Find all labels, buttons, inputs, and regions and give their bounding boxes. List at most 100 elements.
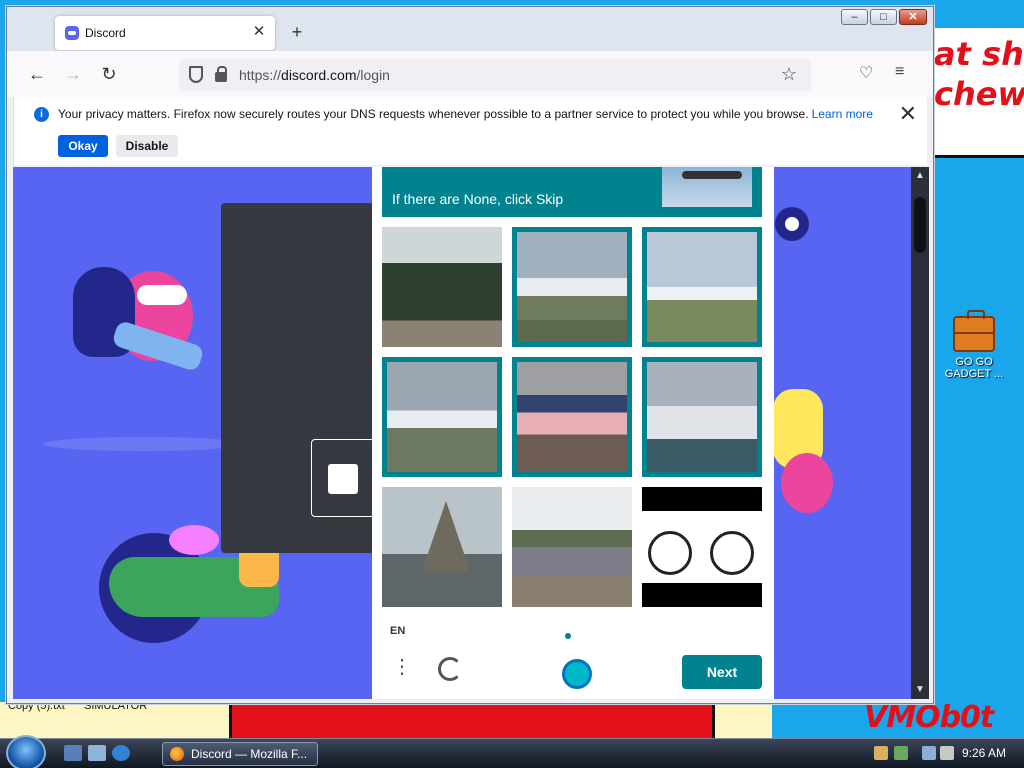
refresh-icon[interactable] (438, 657, 462, 681)
illustration-floor (43, 437, 243, 451)
wallpaper-yellow-right (712, 702, 772, 742)
captcha-grid (382, 227, 762, 607)
train-image (382, 227, 502, 347)
close-icon: ✕ (908, 11, 918, 23)
firefox-window: Discord ✕ + – □ ✕ ← → ↻ https://discord.… (6, 6, 934, 704)
tray-shield-icon[interactable] (894, 746, 908, 760)
menu-icon[interactable]: ≡ (895, 63, 904, 81)
firefox-icon (170, 747, 184, 761)
captcha-tile-7[interactable] (382, 487, 502, 607)
switch-windows-icon[interactable] (88, 745, 106, 761)
notification-text: Your privacy matters. Firefox now secure… (58, 107, 809, 121)
window-controls: – □ ✕ (841, 9, 927, 25)
new-tab-button[interactable]: + (285, 21, 309, 45)
captcha-sample-image (662, 167, 752, 207)
taskbar-firefox-label: Discord — Mozilla F... (191, 747, 308, 761)
learn-more-link[interactable]: Learn more (812, 107, 873, 121)
taskbar: Discord — Mozilla F... 9:26 AM (0, 735, 1024, 768)
info-icon: i (34, 107, 49, 122)
discord-favicon-icon (65, 26, 79, 40)
url-text[interactable]: https://discord.com/login (239, 67, 390, 83)
start-button[interactable] (6, 735, 46, 768)
bookmark-star-icon[interactable]: ☆ (781, 64, 797, 85)
back-button[interactable]: ← (25, 63, 49, 87)
dns-notification-bar: i Your privacy matters. Firefox now secu… (13, 97, 927, 165)
notification-message: Your privacy matters. Firefox now secure… (58, 107, 873, 121)
captcha-tile-5[interactable] (512, 357, 632, 477)
more-options-icon[interactable]: ⋮ (392, 657, 412, 677)
close-notification-icon[interactable]: ✕ (899, 103, 917, 125)
captcha-tile-6[interactable] (642, 357, 762, 477)
disable-button[interactable]: Disable (116, 135, 178, 157)
pocket-icon[interactable]: ♡ (859, 63, 873, 83)
briefcase-icon (953, 310, 995, 352)
tab-title: Discord (85, 26, 126, 40)
illustration-right (773, 389, 833, 519)
captcha-tile-3[interactable] (642, 227, 762, 347)
captcha-tile-1[interactable] (382, 227, 502, 347)
language-selector[interactable]: EN (390, 625, 405, 637)
forward-button[interactable]: → (61, 63, 85, 87)
airplane-image (517, 232, 627, 342)
bicycle-image (642, 487, 762, 607)
captcha-tile-8[interactable] (512, 487, 632, 607)
desktop-icon-label: GO GO GADGET ... (944, 356, 1004, 380)
qr-code-box (311, 439, 375, 517)
tab-strip: Discord ✕ + – □ ✕ (7, 7, 933, 51)
show-desktop-icon[interactable] (64, 745, 82, 761)
minimize-button[interactable]: – (841, 9, 868, 25)
maximize-icon: □ (880, 11, 887, 23)
scroll-up-icon[interactable]: ▲ (911, 167, 929, 185)
page-indicator-dot (565, 633, 571, 639)
next-button[interactable]: Next (682, 655, 762, 689)
desktop-icon-gadget[interactable]: GO GO GADGET ... (944, 310, 1004, 380)
airplane-image (647, 232, 757, 342)
train-image (512, 487, 632, 607)
captcha-challenge: If there are None, click Skip EN ⋮ Next (372, 167, 774, 699)
wallpaper-bottom-text: VMOb0t (864, 700, 994, 735)
chat-bubble-icon (137, 285, 187, 305)
bike-wheel (648, 531, 692, 575)
wallpaper-top-text: at shit chew (934, 35, 1024, 113)
url-bar[interactable]: https://discord.com/login ☆ (179, 59, 811, 91)
airplane-image (517, 362, 627, 472)
scroll-thumb[interactable] (914, 197, 926, 253)
bike-wheel (710, 531, 754, 575)
nav-toolbar: ← → ↻ https://discord.com/login ☆ ♡ ≡ (7, 51, 933, 97)
captcha-tile-2[interactable] (512, 227, 632, 347)
tab-discord[interactable]: Discord ✕ (55, 16, 275, 50)
tray-app-icon[interactable] (874, 746, 888, 760)
maximize-button[interactable]: □ (870, 9, 897, 25)
close-window-button[interactable]: ✕ (899, 9, 927, 25)
tracking-shield-icon[interactable] (189, 66, 203, 83)
scroll-down-icon[interactable]: ▼ (911, 681, 929, 699)
minimize-icon: – (851, 11, 858, 23)
sailboat-image (382, 487, 502, 607)
internet-explorer-icon[interactable] (112, 745, 130, 761)
wallpaper-red-band (232, 702, 712, 742)
airplane-image (647, 362, 757, 472)
taskbar-firefox-button[interactable]: Discord — Mozilla F... (162, 742, 318, 766)
system-tray: 9:26 AM (866, 742, 1022, 766)
hcaptcha-logo-icon[interactable] (562, 659, 592, 689)
url-host: discord.com (281, 67, 357, 83)
volume-muted-icon[interactable] (940, 746, 954, 760)
network-icon[interactable] (922, 746, 936, 760)
tab-close-icon[interactable]: ✕ (249, 22, 269, 42)
illustration-pink (781, 453, 833, 513)
airplane-image (387, 362, 497, 472)
url-path: /login (356, 67, 390, 83)
reload-button[interactable]: ↻ (97, 63, 121, 87)
captcha-tile-4[interactable] (382, 357, 502, 477)
captcha-header: If there are None, click Skip (382, 167, 762, 217)
illustration-person (73, 263, 213, 403)
captcha-tile-9[interactable] (642, 487, 762, 607)
illustration-hair (169, 525, 219, 555)
captcha-instruction: If there are None, click Skip (392, 191, 564, 207)
page-scrollbar[interactable]: ▲ ▼ (911, 167, 929, 699)
clock[interactable]: 9:26 AM (962, 746, 1006, 760)
illustration-eye (775, 207, 809, 241)
okay-button[interactable]: Okay (58, 135, 108, 157)
url-prefix: https:// (239, 67, 282, 83)
lock-icon[interactable] (215, 66, 227, 82)
